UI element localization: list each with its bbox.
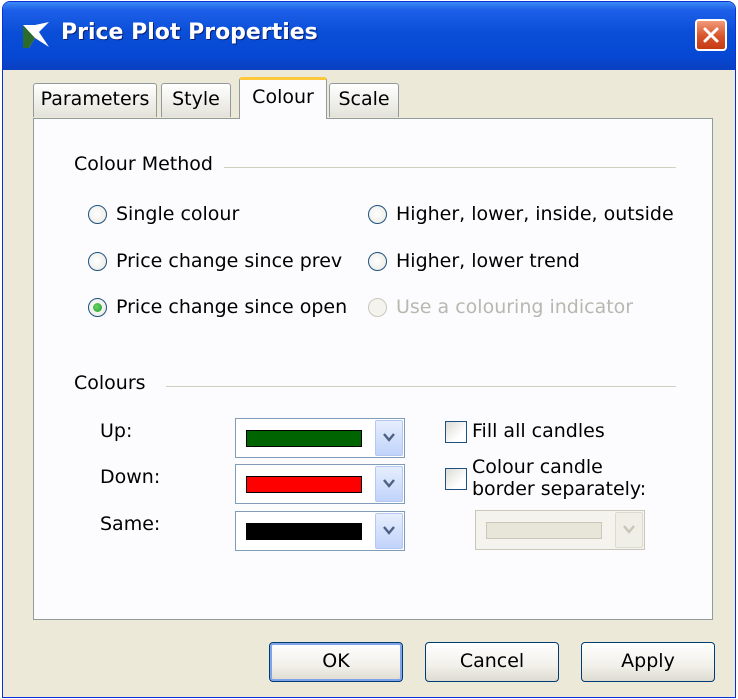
close-icon: [703, 27, 719, 43]
tab-colour[interactable]: Colour: [239, 77, 327, 119]
up-label: Up:: [100, 420, 133, 442]
colour-tab-panel: Colour Method Single colour Price change…: [33, 118, 713, 620]
radio-selected-dot: [93, 302, 102, 312]
same-colour-dropdown[interactable]: [235, 511, 405, 551]
fill-all-candles-checkbox[interactable]: Fill all candles: [445, 420, 605, 443]
apply-button[interactable]: Apply: [581, 642, 715, 682]
chevron-down-icon: [623, 525, 635, 534]
radio-label: Use a colouring indicator: [396, 296, 634, 318]
radio-label: Higher, lower trend: [396, 250, 580, 272]
radio-higher-lower-inside-outside[interactable]: Higher, lower, inside, outside: [368, 203, 674, 225]
same-colour-swatch: [246, 523, 362, 540]
radio-price-change-since-open[interactable]: Price change since open: [88, 296, 347, 318]
colours-divider: [166, 386, 676, 387]
radio-circle: [368, 251, 387, 271]
border-colour-swatch: [486, 522, 602, 539]
radio-circle: [368, 297, 387, 317]
chevron-down-icon: [383, 479, 395, 488]
title-bar[interactable]: Price Plot Properties: [3, 2, 735, 70]
colour-method-heading: Colour Method: [74, 153, 213, 175]
colours-heading: Colours: [74, 372, 146, 394]
radio-label: Price change since prev: [116, 250, 343, 272]
radio-label: Higher, lower, inside, outside: [396, 203, 674, 225]
chevron-down-icon: [383, 526, 395, 535]
tab-style[interactable]: Style: [161, 83, 231, 117]
radio-circle: [88, 204, 107, 224]
price-plot-properties-dialog: Price Plot Properties Parameters Style C…: [2, 1, 736, 698]
cancel-button[interactable]: Cancel: [425, 642, 559, 682]
radio-circle: [368, 204, 387, 224]
radio-price-change-since-prev[interactable]: Price change since prev: [88, 250, 342, 272]
colour-method-divider: [224, 167, 676, 168]
checkbox-label-line2: border separately:: [472, 478, 647, 500]
chart-logo-icon: [21, 22, 51, 50]
radio-single-colour[interactable]: Single colour: [88, 203, 239, 225]
checkbox-label-line1: Colour candle: [472, 456, 603, 478]
down-colour-swatch: [246, 476, 362, 493]
radio-circle: [88, 251, 107, 271]
radio-label: Price change since open: [116, 296, 348, 318]
dropdown-button[interactable]: [375, 420, 403, 456]
window-title: Price Plot Properties: [61, 20, 318, 45]
checkbox-box: [445, 421, 467, 443]
close-button[interactable]: [695, 19, 727, 51]
radio-higher-lower-trend[interactable]: Higher, lower trend: [368, 250, 580, 272]
chevron-down-icon: [383, 433, 395, 442]
border-colour-dropdown: [475, 510, 645, 550]
checkbox-box: [445, 468, 467, 490]
down-label: Down:: [100, 466, 161, 488]
up-colour-swatch: [246, 430, 362, 447]
dropdown-button[interactable]: [375, 513, 403, 549]
dropdown-button: [615, 512, 643, 548]
tab-scale[interactable]: Scale: [329, 83, 399, 117]
border-separately-checkbox[interactable]: Colour candle border separately:: [445, 456, 646, 500]
radio-label: Single colour: [116, 203, 240, 225]
dropdown-button[interactable]: [375, 466, 403, 502]
radio-use-colouring-indicator: Use a colouring indicator: [368, 296, 633, 318]
radio-circle-selected: [88, 297, 107, 317]
down-colour-dropdown[interactable]: [235, 464, 405, 504]
checkbox-label: Colour candle border separately:: [472, 456, 646, 500]
same-label: Same:: [100, 513, 161, 535]
up-colour-dropdown[interactable]: [235, 418, 405, 458]
tab-parameters[interactable]: Parameters: [33, 83, 157, 117]
ok-button[interactable]: OK: [269, 642, 403, 682]
checkbox-label: Fill all candles: [472, 420, 605, 442]
